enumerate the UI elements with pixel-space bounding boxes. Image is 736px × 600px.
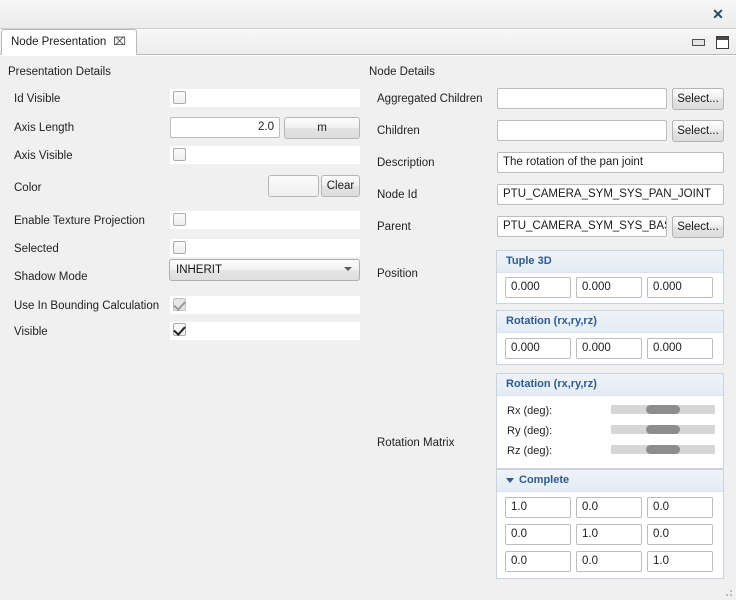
label-parent: Parent — [377, 221, 411, 233]
rx-slider-thumb[interactable] — [646, 405, 680, 414]
description-input[interactable]: The rotation of the pan joint — [497, 152, 724, 173]
shadow-mode-value: INHERIT — [176, 264, 222, 276]
label-axis-length: Axis Length — [14, 122, 75, 134]
axis-length-input[interactable]: 2.0 — [170, 117, 280, 138]
parent-select-button[interactable]: Select... — [672, 216, 724, 238]
ry-slider-thumb[interactable] — [646, 425, 680, 434]
matrix-cell-1-1[interactable]: 1.0 — [576, 524, 642, 545]
shadow-mode-combo[interactable]: INHERIT — [169, 259, 360, 281]
matrix-cell-2-0[interactable]: 0.0 — [505, 551, 571, 572]
selected-checkbox[interactable] — [173, 241, 186, 254]
complete-group-title: Complete — [519, 474, 570, 486]
rz-slider-thumb[interactable] — [646, 445, 680, 454]
label-description: Description — [377, 157, 435, 169]
label-shadow-mode: Shadow Mode — [14, 271, 88, 283]
use-in-bounding-calculation-field — [170, 296, 360, 314]
enable-texture-projection-field — [170, 211, 360, 229]
rotation-slider-group: Rotation (rx,ry,rz) Rx (deg): Ry (deg): … — [496, 373, 724, 469]
rotation-ry-input[interactable]: 0.000 — [576, 338, 642, 359]
matrix-cell-2-1[interactable]: 0.0 — [576, 551, 642, 572]
parent-input[interactable]: PTU_CAMERA_SYM_SYS_BASE_TO — [497, 216, 667, 237]
label-color: Color — [14, 182, 42, 194]
node-presentation-window: ✕ Node Presentation ⌧ Presentation Detai… — [0, 0, 736, 600]
selected-field — [170, 239, 360, 257]
matrix-cell-2-2[interactable]: 1.0 — [647, 551, 713, 572]
label-visible: Visible — [14, 326, 48, 338]
rotation-rx-input[interactable]: 0.000 — [505, 338, 571, 359]
axis-visible-field — [170, 146, 360, 164]
rotation-euler-group: Rotation (rx,ry,rz) 0.000 0.000 0.000 — [496, 310, 724, 365]
children-select-button[interactable]: Select... — [672, 120, 724, 142]
position-group-title: Tuple 3D — [506, 255, 552, 267]
axis-visible-checkbox[interactable] — [173, 148, 186, 161]
view-buttons — [691, 35, 729, 49]
tab-node-presentation[interactable]: Node Presentation ⌧ — [1, 29, 137, 55]
label-axis-visible: Axis Visible — [14, 150, 73, 162]
close-icon[interactable]: ✕ — [709, 5, 727, 23]
tab-label: Node Presentation — [11, 36, 107, 48]
rotation-slider-group-title: Rotation (rx,ry,rz) — [506, 378, 597, 390]
label-id-visible: Id Visible — [14, 93, 61, 105]
color-swatch-button[interactable] — [268, 175, 319, 197]
complete-matrix-group: Complete 1.0 0.0 0.0 0.0 1.0 0.0 0.0 0.0… — [496, 469, 724, 579]
enable-texture-projection-checkbox[interactable] — [173, 213, 186, 226]
position-y-input[interactable]: 0.000 — [576, 277, 642, 298]
position-z-input[interactable]: 0.000 — [647, 277, 713, 298]
form-body: Presentation Details Id Visible Axis Len… — [0, 55, 736, 600]
id-visible-checkbox[interactable] — [173, 91, 186, 104]
resize-grip[interactable] — [722, 586, 734, 598]
maximize-icon[interactable] — [715, 35, 729, 49]
label-use-in-bounding-calculation: Use In Bounding Calculation — [14, 300, 160, 312]
label-aggregated-children: Aggregated Children — [377, 93, 483, 105]
minimize-icon[interactable] — [691, 35, 705, 48]
visible-field — [170, 322, 360, 340]
visible-checkbox[interactable] — [173, 323, 186, 336]
matrix-cell-0-1[interactable]: 0.0 — [576, 497, 642, 518]
label-rz-deg: Rz (deg): — [507, 445, 553, 457]
chevron-down-icon-complete[interactable] — [506, 478, 514, 483]
node-details-heading: Node Details — [369, 66, 435, 78]
rz-slider[interactable] — [611, 445, 715, 454]
label-children: Children — [377, 125, 420, 137]
label-rx-deg: Rx (deg): — [507, 405, 553, 417]
label-selected: Selected — [14, 243, 59, 255]
matrix-cell-1-2[interactable]: 0.0 — [647, 524, 713, 545]
label-position: Position — [377, 268, 418, 280]
rx-slider[interactable] — [611, 405, 715, 414]
children-input[interactable] — [497, 120, 667, 141]
tab-bar: Node Presentation ⌧ — [0, 29, 736, 55]
chevron-down-icon — [344, 267, 352, 272]
label-enable-texture-projection: Enable Texture Projection — [14, 215, 145, 227]
position-x-input[interactable]: 0.000 — [505, 277, 571, 298]
axis-length-unit-button[interactable]: m — [284, 117, 360, 139]
label-node-id: Node Id — [377, 189, 418, 201]
ry-slider[interactable] — [611, 425, 715, 434]
position-group: Tuple 3D 0.000 0.000 0.000 — [496, 250, 724, 304]
node-id-input[interactable]: PTU_CAMERA_SYM_SYS_PAN_JOINT — [497, 184, 724, 205]
matrix-cell-0-0[interactable]: 1.0 — [505, 497, 571, 518]
use-in-bounding-calculation-checkbox — [173, 298, 186, 311]
rotation-rz-input[interactable]: 0.000 — [647, 338, 713, 359]
label-ry-deg: Ry (deg): — [507, 425, 553, 437]
color-clear-button[interactable]: Clear — [321, 175, 360, 197]
window-titlebar: ✕ — [0, 0, 736, 29]
tab-close-icon[interactable]: ⌧ — [113, 36, 126, 48]
aggregated-children-input[interactable] — [497, 88, 667, 109]
matrix-cell-0-2[interactable]: 0.0 — [647, 497, 713, 518]
matrix-cell-1-0[interactable]: 0.0 — [505, 524, 571, 545]
label-rotation-matrix: Rotation Matrix — [377, 437, 455, 449]
rotation-euler-group-title: Rotation (rx,ry,rz) — [506, 315, 597, 327]
id-visible-field — [170, 89, 360, 107]
aggregated-children-select-button[interactable]: Select... — [672, 88, 724, 110]
presentation-details-heading: Presentation Details — [8, 66, 111, 78]
